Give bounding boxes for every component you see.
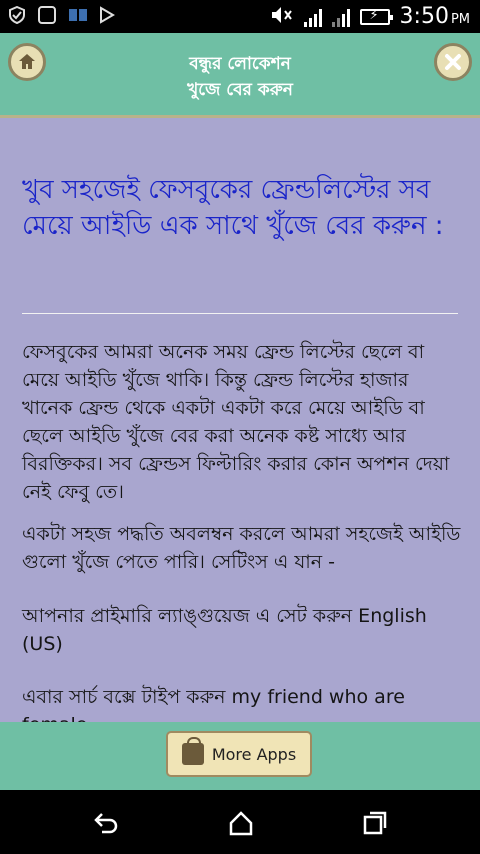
page-title: বন্ধুর লোকেশন খুজে বের করুন <box>187 54 293 100</box>
signal-icon <box>331 7 350 27</box>
home-icon[interactable] <box>226 808 256 838</box>
article-headline: খুব সহজেই ফেসবুকের ফ্রেন্ডলিস্টের সব মেয… <box>22 175 444 241</box>
article-paragraph: ফেসবুকের আমরা অনেক সময় ফ্রেন্ড লিস্টের … <box>22 341 450 503</box>
recent-apps-icon[interactable] <box>360 808 390 838</box>
app-header: বন্ধুর লোকেশন খুজে বের করুন <box>0 33 480 118</box>
article-content[interactable]: খুব সহজেই ফেসবুকের ফ্রেন্ডলিস্টের সব মেয… <box>0 118 480 722</box>
shopping-bag-icon <box>181 737 204 765</box>
more-apps-button[interactable]: More Apps <box>166 731 312 777</box>
book-icon <box>68 6 87 24</box>
back-icon[interactable] <box>90 808 120 838</box>
keyboard-icon <box>38 6 56 24</box>
divider <box>22 313 458 314</box>
home-button[interactable] <box>8 43 46 81</box>
article-paragraph: একটা সহজ পদ্ধতি অবলম্বন করলে আমরা সহজেই … <box>22 523 461 573</box>
status-bar: ⚡ 3:50 PM <box>0 0 480 33</box>
signal-icon <box>303 7 322 27</box>
footer-bar: More Apps <box>0 722 480 790</box>
mute-icon <box>270 5 294 29</box>
shield-check-icon <box>8 5 26 25</box>
more-apps-label: More Apps <box>211 744 297 764</box>
system-nav-bar <box>0 790 480 854</box>
close-button[interactable] <box>434 43 472 81</box>
article-paragraph: আপনার প্রাইমারি ল্যাঙ্গুয়েজ এ সেট করুন … <box>22 605 427 655</box>
clock: 3:50 PM <box>399 4 470 29</box>
battery-charging-icon: ⚡ <box>359 8 393 25</box>
home-icon <box>19 54 35 69</box>
close-icon <box>445 54 461 70</box>
cast-icon <box>98 6 116 24</box>
article-paragraph: এবার সার্চ বক্সে টাইপ করুন my friend who… <box>22 686 405 722</box>
